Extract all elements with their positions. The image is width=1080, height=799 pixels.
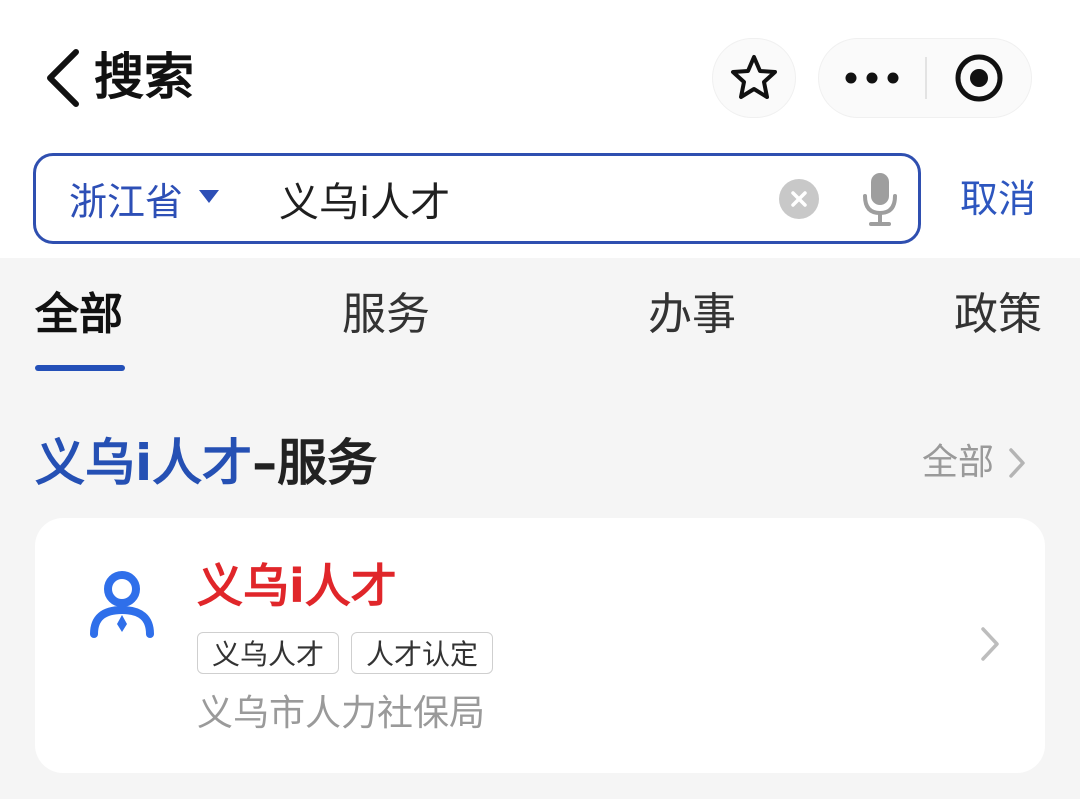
section-title-suffix: –服务 bbox=[252, 434, 378, 492]
result-title: 义乌i人才 bbox=[197, 559, 397, 613]
caret-down-icon bbox=[199, 190, 220, 203]
microphone-icon[interactable] bbox=[860, 170, 900, 228]
cancel-button[interactable]: 取消 bbox=[960, 172, 1036, 226]
result-card[interactable]: 义乌i人才 义乌人才 人才认定 义乌市人力社保局 bbox=[35, 518, 1045, 773]
tab-affairs[interactable]: 办事 bbox=[648, 286, 736, 344]
result-tag: 义乌人才 bbox=[197, 632, 340, 674]
top-bar: 搜索 浙江省 义乌i人才 取消 bbox=[0, 0, 1080, 258]
chevron-right-icon bbox=[1009, 448, 1025, 478]
region-label: 浙江省 bbox=[69, 180, 184, 224]
section-view-all-label: 全部 bbox=[922, 442, 995, 483]
search-input[interactable] bbox=[279, 164, 759, 234]
section-title: 义乌i人才–服务 bbox=[35, 430, 377, 496]
chevron-right-icon bbox=[981, 627, 999, 661]
result-tag: 人才认定 bbox=[351, 632, 494, 674]
clear-search-button[interactable] bbox=[779, 179, 819, 219]
miniprogram-capsule bbox=[818, 38, 1032, 118]
result-provider: 义乌市人力社保局 bbox=[197, 693, 486, 734]
favorite-button[interactable] bbox=[712, 38, 796, 118]
result-tags: 义乌人才 人才认定 bbox=[197, 632, 494, 674]
tab-services[interactable]: 服务 bbox=[342, 286, 430, 344]
tab-bar: 全部 服务 办事 政策 bbox=[0, 258, 1080, 378]
more-dots-icon bbox=[845, 72, 899, 84]
page-title: 搜索 bbox=[94, 48, 194, 106]
star-outline-icon bbox=[731, 55, 777, 99]
search-box: 浙江省 bbox=[33, 153, 921, 244]
section-view-all-link[interactable]: 全部 bbox=[922, 438, 1026, 488]
region-selector[interactable]: 浙江省 bbox=[69, 156, 220, 241]
more-button[interactable] bbox=[819, 39, 925, 117]
tab-all[interactable]: 全部 bbox=[35, 286, 123, 344]
close-miniprogram-button[interactable] bbox=[927, 39, 1031, 117]
person-badge-icon bbox=[90, 571, 154, 638]
chevron-left-icon[interactable] bbox=[38, 46, 88, 110]
clear-circle-icon bbox=[791, 191, 807, 207]
tab-policies[interactable]: 政策 bbox=[954, 286, 1042, 344]
section-title-keyword: 义乌i人才 bbox=[35, 434, 253, 492]
active-tab-indicator bbox=[35, 365, 125, 371]
target-circle-icon bbox=[955, 54, 1003, 102]
